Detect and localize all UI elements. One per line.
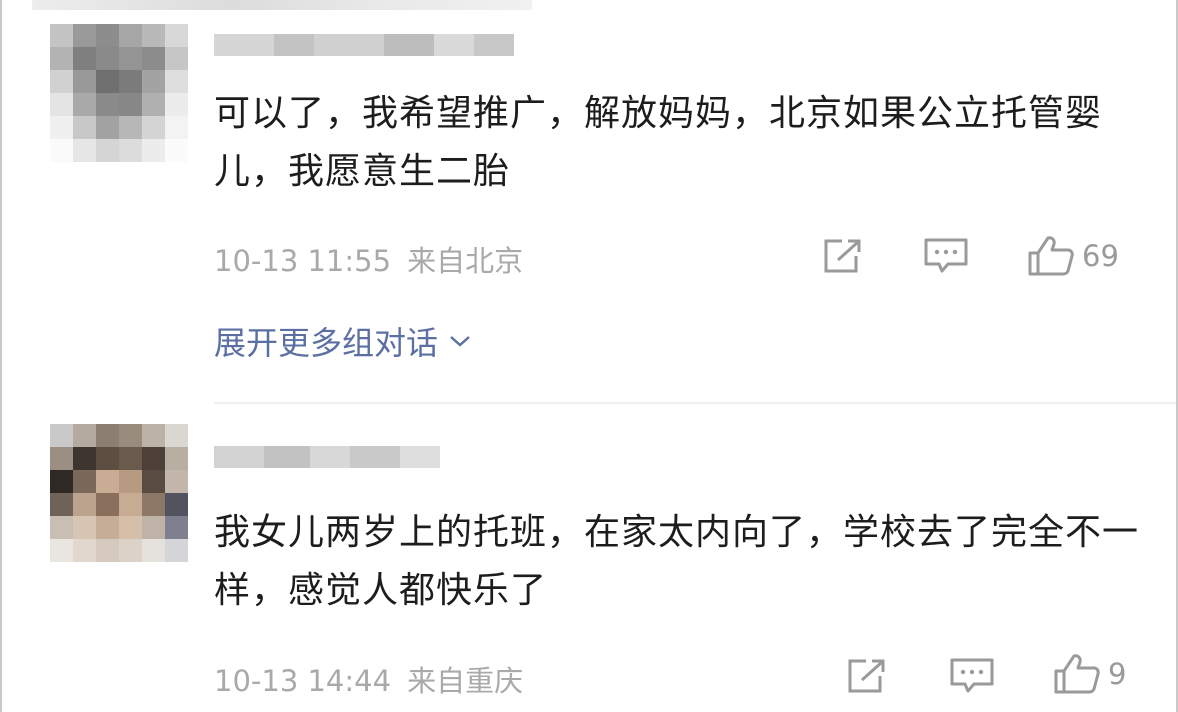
like-button[interactable]: 69 [1026,234,1119,278]
comment-location: 来自重庆 [407,664,524,698]
comment-text: 可以了，我希望推广，解放妈妈，北京如果公立托管婴儿，我愿意生二胎 [214,93,1103,192]
share-button[interactable] [820,236,864,276]
share-button[interactable] [844,656,888,696]
comment-date: 10-13 11:55 [214,244,392,278]
thumbs-up-icon [1054,654,1100,694]
previous-item-blur [32,0,532,10]
like-count: 9 [1108,657,1127,691]
chevron-down-icon [450,336,470,347]
comment-thread: 可以了，我希望推广，解放妈妈，北京如果公立托管婴儿，我愿意生二胎 10-13 1… [0,0,1178,712]
avatar[interactable] [50,424,188,562]
divider [214,402,1176,404]
comment-date: 10-13 14:44 [214,664,392,698]
thumbs-up-icon [1028,236,1074,276]
share-icon [824,239,861,273]
expand-thread-link[interactable]: 展开更多组对话 [214,318,472,364]
like-count: 69 [1082,239,1119,273]
username-blurred[interactable] [214,34,514,56]
expand-thread-label: 展开更多组对话 [214,324,439,362]
comment-text: 我女儿两岁上的托班，在家太内向了，学校去了完全不一样，感觉人都快乐了 [214,512,1140,611]
comment-meta: 10-13 14:44 来自重庆 [214,658,523,700]
reply-button[interactable] [922,236,970,276]
like-button[interactable]: 9 [1052,652,1126,696]
avatar[interactable] [50,24,188,162]
comment-meta: 10-13 11:55 来自北京 [214,238,523,280]
comment-location: 来自北京 [407,244,524,278]
reply-button[interactable] [948,656,996,696]
comment-icon [924,238,968,273]
username-blurred[interactable] [214,446,440,468]
share-icon [848,659,885,693]
comment-icon [950,658,994,693]
